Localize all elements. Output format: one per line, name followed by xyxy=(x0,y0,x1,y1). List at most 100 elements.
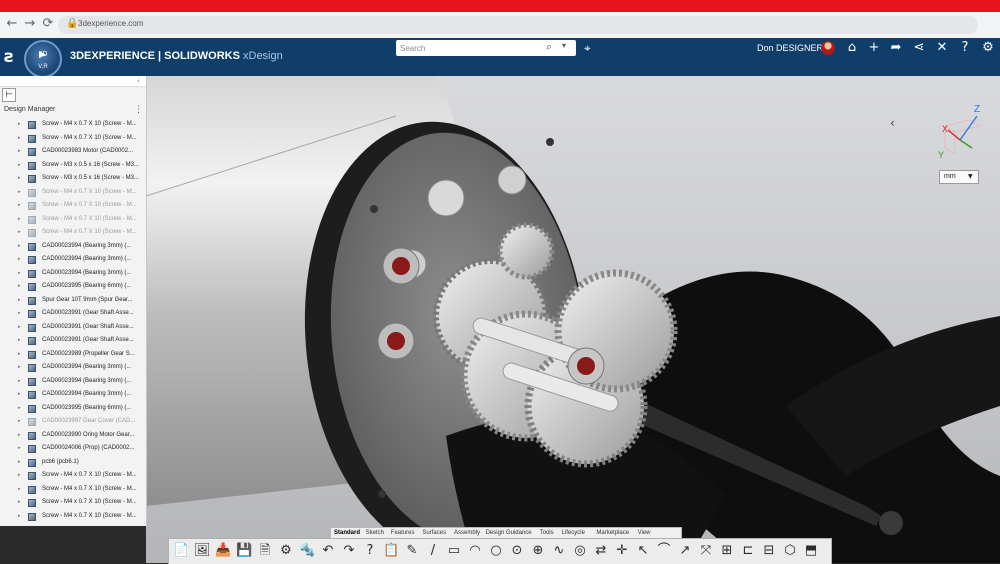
help-icon[interactable]: ? xyxy=(957,40,973,55)
expand-arrow-icon[interactable]: ▸ xyxy=(18,402,21,415)
tree-item[interactable]: ▸ Screw - M4 x 0.7 X 10 (Screw - M... xyxy=(0,213,146,226)
collapse-icon[interactable]: ‹ xyxy=(137,77,140,85)
expand-arrow-icon[interactable]: ▸ xyxy=(18,240,21,253)
expand-arrow-icon[interactable]: ▸ xyxy=(18,375,21,388)
add-icon[interactable]: + xyxy=(866,40,882,55)
expand-arrow-icon[interactable]: ▸ xyxy=(18,442,21,455)
expand-arrow-icon[interactable]: ▸ xyxy=(18,199,21,212)
expand-arrow-icon[interactable]: ▸ xyxy=(18,361,21,374)
expand-arrow-icon[interactable]: ▸ xyxy=(18,213,21,226)
toolbar-icon[interactable]: ? xyxy=(362,543,378,559)
user-name[interactable]: Don DESIGNER xyxy=(757,43,823,53)
toolbar-icon[interactable]: 📄 xyxy=(173,543,189,559)
compass-icon[interactable]: 3D ▶ V,R xyxy=(24,40,62,78)
toolbar-icon[interactable]: ⬡ xyxy=(782,543,798,559)
tree-item[interactable]: ▸ Screw - M4 x 0.7 X 10 (Screw - M... xyxy=(0,483,146,496)
toolbar-icon[interactable]: ↖ xyxy=(635,543,651,559)
toolbar-icon[interactable]: ⊟ xyxy=(761,543,777,559)
tree-item[interactable]: ▸ Screw - M4 x 0.7 X 10 (Screw - M... xyxy=(0,226,146,239)
expand-arrow-icon[interactable]: ▸ xyxy=(18,469,21,482)
expand-arrow-icon[interactable]: ▸ xyxy=(18,172,21,185)
toolbar-icon[interactable]: ⊏ xyxy=(740,543,756,559)
3d-viewport[interactable] xyxy=(146,76,1000,563)
tree-item[interactable]: ▸ Screw - M3 x 0.5 x 16 (Screw - M3... xyxy=(0,159,146,172)
expand-arrow-icon[interactable]: ▸ xyxy=(18,348,21,361)
expand-arrow-icon[interactable]: ▸ xyxy=(18,388,21,401)
expand-arrow-icon[interactable]: ▸ xyxy=(18,307,21,320)
toolbar-icon[interactable]: ↶ xyxy=(320,543,336,559)
expand-arrow-icon[interactable]: ▸ xyxy=(18,456,21,469)
expand-arrow-icon[interactable]: ▸ xyxy=(18,159,21,172)
expand-arrow-icon[interactable]: ▸ xyxy=(18,280,21,293)
command-tab[interactable]: Surfaces xyxy=(422,528,446,538)
toolbar-icon[interactable]: ↗ xyxy=(677,543,693,559)
command-tab[interactable]: View xyxy=(638,528,651,538)
command-tab[interactable]: Lifecycle xyxy=(562,528,585,538)
tree-item[interactable]: ▸ Screw - M4 x 0.7 X 10 (Screw - M... xyxy=(0,510,146,523)
expand-arrow-icon[interactable]: ▸ xyxy=(18,145,21,158)
toolbar-icon[interactable]: ▭ xyxy=(446,543,462,559)
toolbar-icon[interactable]: ◎ xyxy=(572,543,588,559)
command-tab[interactable]: Assembly xyxy=(454,528,480,538)
toolbar-icon[interactable]: 🔩 xyxy=(299,543,315,559)
tools-icon[interactable]: ✕ xyxy=(934,40,950,55)
toolbar-icon[interactable]: / xyxy=(425,543,441,559)
tree-item[interactable]: ▸ CAD00023989 (Propeller Gear S... xyxy=(0,348,146,361)
toolbar-icon[interactable]: ◠ xyxy=(467,543,483,559)
expand-arrow-icon[interactable]: ▸ xyxy=(18,334,21,347)
kebab-menu-icon[interactable]: ⋮ xyxy=(134,105,143,115)
toolbar-icon[interactable]: ⌒ xyxy=(656,543,672,559)
settings-icon[interactable]: ⚙ xyxy=(980,40,996,55)
back-icon[interactable]: ← xyxy=(4,16,20,32)
tag-icon[interactable]: ⌖ xyxy=(584,41,591,56)
expand-arrow-icon[interactable]: ▸ xyxy=(18,483,21,496)
command-tab[interactable]: Design Guidance xyxy=(486,528,532,538)
tree-item[interactable]: ▸ CAD00023997 Gear Cover (CAD... xyxy=(0,415,146,428)
toolbar-icon[interactable]: 🗎 xyxy=(257,543,273,559)
toolbar-icon[interactable]: ⬒ xyxy=(803,543,819,559)
chevron-left-icon[interactable]: ‹ xyxy=(890,116,895,130)
expand-arrow-icon[interactable]: ▸ xyxy=(18,496,21,509)
expand-arrow-icon[interactable]: ▸ xyxy=(18,321,21,334)
toolbar-icon[interactable]: ⊙ xyxy=(509,543,525,559)
ds-logo-icon[interactable]: ƨ xyxy=(4,47,14,67)
assembly-model[interactable] xyxy=(146,76,1000,563)
tree-item[interactable]: ▸ Screw - M4 x 0.7 X 10 (Screw - M... xyxy=(0,496,146,509)
tree-item[interactable]: ▸ CAD00023991 (Gear Shaft Asse... xyxy=(0,307,146,320)
search-icon[interactable]: ⌕ xyxy=(546,40,552,54)
tree-item[interactable]: ▸ Screw - M3 x 0.5 x 16 (Screw - M3... xyxy=(0,172,146,185)
tree-tab-icon[interactable]: ⊢ xyxy=(2,88,16,102)
command-tab[interactable]: Standard xyxy=(334,528,360,538)
toolbar-icon[interactable]: ⤧ xyxy=(698,543,714,559)
expand-arrow-icon[interactable]: ▸ xyxy=(18,253,21,266)
tree-item[interactable]: ▸ CAD00023995 (Bearing 6mm) (... xyxy=(0,402,146,415)
expand-arrow-icon[interactable]: ▸ xyxy=(18,415,21,428)
toolbar-icon[interactable]: ↷ xyxy=(341,543,357,559)
toolbar-icon[interactable]: 🖼 xyxy=(194,543,211,559)
toolbar-icon[interactable]: ✎ xyxy=(404,543,420,559)
toolbar-icon[interactable]: ✛ xyxy=(614,543,630,559)
tree-item[interactable]: ▸ CAD00023991 (Gear Shaft Asse... xyxy=(0,334,146,347)
tree-item[interactable]: ▸ CAD00023994 (Bearing 3mm) (... xyxy=(0,267,146,280)
toolbar-icon[interactable]: 📋 xyxy=(383,543,399,559)
tree-item[interactable]: ▸ CAD00023994 (Bearing 3mm) (... xyxy=(0,240,146,253)
reload-icon[interactable]: ⟳ xyxy=(40,16,56,32)
tree-item[interactable]: ▸ Screw - M4 x 0.7 X 10 (Screw - M... xyxy=(0,199,146,212)
expand-arrow-icon[interactable]: ▸ xyxy=(18,510,21,523)
toolbar-icon[interactable]: ⇄ xyxy=(593,543,609,559)
toolbar-icon[interactable]: ○ xyxy=(488,543,504,559)
tree-item[interactable]: ▸ CAD00023994 (Bearing 3mm) (... xyxy=(0,253,146,266)
forward-share-icon[interactable]: ➦ xyxy=(888,40,904,55)
search-input[interactable] xyxy=(400,42,540,54)
tree-item[interactable]: ▸ Screw - M4 x 0.7 X 10 (Screw - M... xyxy=(0,132,146,145)
address-bar[interactable]: 🔒 3dexperience.com xyxy=(58,16,978,34)
toolbar-icon[interactable]: ⊞ xyxy=(719,543,735,559)
forward-icon[interactable]: → xyxy=(22,16,38,32)
share-icon[interactable]: ⌂ xyxy=(844,40,860,55)
tree-item[interactable]: ▸ CAD00023994 (Bearing 3mm) (... xyxy=(0,361,146,374)
tree-item[interactable]: ▸ pcb6 (pcb6.1) xyxy=(0,456,146,469)
tree-item[interactable]: ▸ CAD00023994 (Bearing 3mm) (... xyxy=(0,388,146,401)
tree-item[interactable]: ▸ CAD00023994 (Bearing 3mm) (... xyxy=(0,375,146,388)
toolbar-icon[interactable]: 📥 xyxy=(215,543,231,559)
expand-arrow-icon[interactable]: ▸ xyxy=(18,186,21,199)
